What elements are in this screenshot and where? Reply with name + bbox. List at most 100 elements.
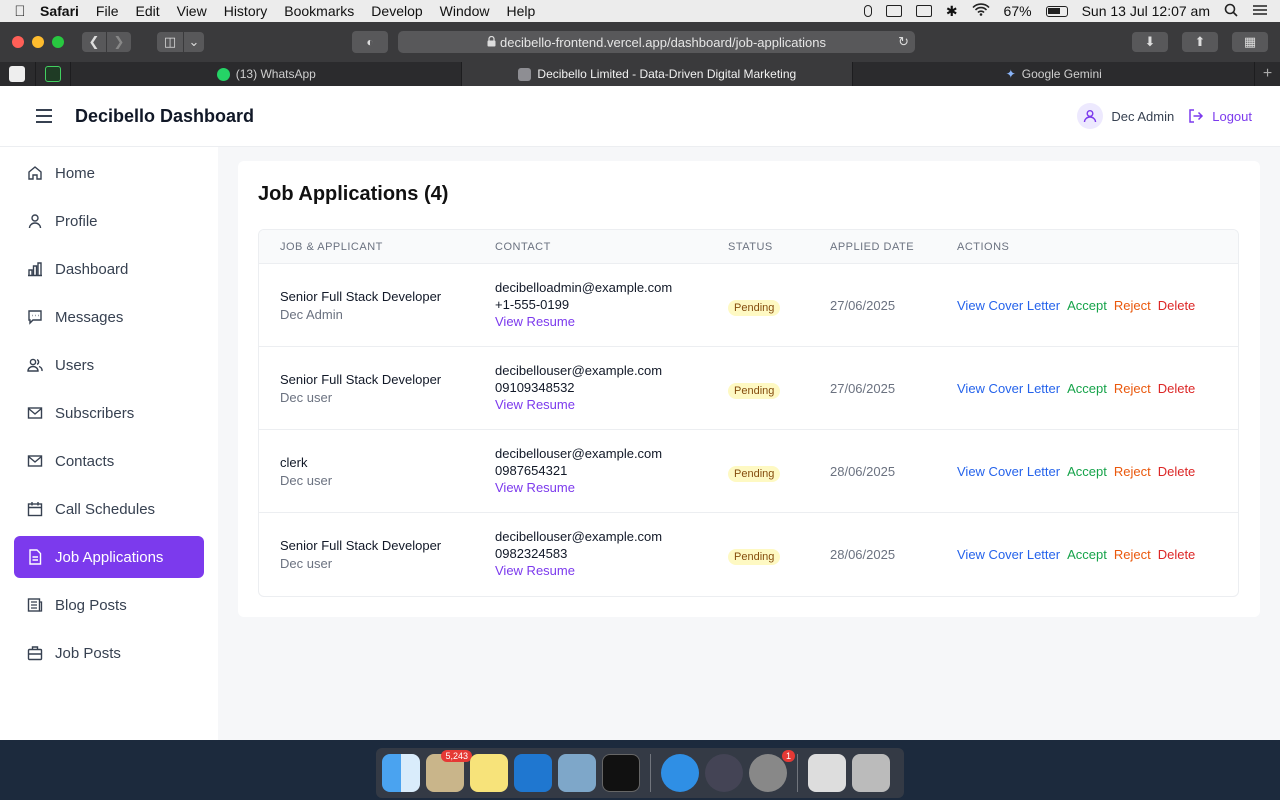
sidebar-item-job-applications[interactable]: Job Applications <box>14 536 204 578</box>
new-tab-button[interactable]: + <box>1255 65 1280 83</box>
accept-button[interactable]: Accept <box>1067 298 1107 313</box>
menu-app[interactable]: Safari <box>40 3 79 19</box>
control-center-icon[interactable] <box>1252 3 1268 19</box>
view-cover-letter-button[interactable]: View Cover Letter <box>957 298 1060 313</box>
keyboard-icon[interactable] <box>885 5 902 17</box>
menu-develop[interactable]: Develop <box>371 3 422 19</box>
delete-button[interactable]: Delete <box>1158 464 1196 479</box>
sidebar-item-profile[interactable]: Profile <box>14 200 204 242</box>
menu-file[interactable]: File <box>96 3 119 19</box>
battery-icon[interactable] <box>1045 5 1068 17</box>
quicktime-icon[interactable] <box>705 754 743 792</box>
menu-help[interactable]: Help <box>506 3 535 19</box>
sidebar-item-job-posts[interactable]: Job Posts <box>14 632 204 674</box>
reload-icon[interactable]: ↻ <box>898 34 909 50</box>
tab-decibello[interactable]: Decibello Limited - Data-Driven Digital … <box>462 62 854 86</box>
sidebar-item-home[interactable]: Home <box>14 152 204 194</box>
minimize-window-button[interactable] <box>32 36 44 48</box>
pinned-tab-1[interactable] <box>0 62 36 86</box>
accept-button[interactable]: Accept <box>1067 381 1107 396</box>
view-resume-link[interactable]: View Resume <box>495 479 662 496</box>
sidebar-item-call-schedules[interactable]: Call Schedules <box>14 488 204 530</box>
delete-button[interactable]: Delete <box>1158 547 1196 562</box>
tab-label: (13) WhatsApp <box>235 67 316 81</box>
view-resume-link[interactable]: View Resume <box>495 396 662 413</box>
view-cover-letter-button[interactable]: View Cover Letter <box>957 381 1060 396</box>
bar-chart-icon <box>28 262 42 277</box>
status-badge: Pending <box>728 466 781 482</box>
accept-button[interactable]: Accept <box>1067 547 1107 562</box>
view-cover-letter-button[interactable]: View Cover Letter <box>957 547 1060 562</box>
clock[interactable]: Sun 13 Jul 12:07 am <box>1082 3 1210 19</box>
hamburger-menu-icon[interactable] <box>36 109 52 123</box>
sidebar-item-users[interactable]: Users <box>14 344 204 386</box>
accept-button[interactable]: Accept <box>1067 464 1107 479</box>
pinned-tab-2[interactable] <box>36 62 72 86</box>
menu-view[interactable]: View <box>177 3 207 19</box>
sidebar-item-label: Messages <box>55 308 124 326</box>
sidebar-toggle-icon[interactable]: ◫ <box>157 32 183 52</box>
finder-icon[interactable] <box>382 754 420 792</box>
tab-whatsapp[interactable]: (13) WhatsApp <box>71 62 463 86</box>
menu-window[interactable]: Window <box>440 3 490 19</box>
safari-icon[interactable] <box>661 754 699 792</box>
display-icon[interactable] <box>915 5 932 17</box>
apple-icon[interactable]:  <box>0 3 40 20</box>
tab-overview-icon[interactable]: ▦ <box>1232 32 1268 52</box>
chevron-down-icon[interactable]: ⌄ <box>184 32 204 52</box>
share-icon[interactable]: ⬆ <box>1182 32 1218 52</box>
reject-button[interactable]: Reject <box>1114 547 1151 562</box>
forward-button[interactable]: ❯ <box>107 32 131 52</box>
avatar[interactable] <box>1077 103 1104 129</box>
applicant-name: Dec user <box>280 556 333 571</box>
notes-icon[interactable] <box>470 754 508 792</box>
gemini-icon: ✦ <box>1005 67 1016 81</box>
sidebar-item-dashboard[interactable]: Dashboard <box>14 248 204 290</box>
mail-app-icon[interactable]: 5,243 <box>426 750 472 792</box>
trash-icon[interactable] <box>852 754 890 792</box>
applicant-phone: 0987654321 <box>495 463 568 478</box>
table-row: clerk Dec user decibellouser@example.com 0… <box>259 430 1238 513</box>
menu-bookmarks[interactable]: Bookmarks <box>284 3 354 19</box>
system-preferences-icon[interactable]: 1 <box>749 750 795 792</box>
mail-icon <box>27 407 43 419</box>
applicant-name: Dec Admin <box>280 307 343 322</box>
menu-edit[interactable]: Edit <box>135 3 159 19</box>
reject-button[interactable]: Reject <box>1114 464 1151 479</box>
wifi-icon[interactable] <box>971 3 990 19</box>
table-row: Senior Full Stack Developer Dec user deci… <box>259 347 1238 430</box>
tab-bar: (13) WhatsApp Decibello Limited - Data-D… <box>0 62 1280 86</box>
terminal-icon[interactable] <box>602 754 640 792</box>
home-icon <box>28 166 42 180</box>
delete-button[interactable]: Delete <box>1158 381 1196 396</box>
paperclip-icon[interactable] <box>863 5 872 17</box>
delete-button[interactable]: Delete <box>1158 298 1196 313</box>
logout-button[interactable]: Logout <box>1188 109 1252 124</box>
sidebar-item-messages[interactable]: Messages <box>14 296 204 338</box>
sidebar-item-subscribers[interactable]: Subscribers <box>14 392 204 434</box>
privacy-shield-icon[interactable]: ◐ <box>352 31 388 53</box>
table-header: JOB & APPLICANT CONTACT STATUS APPLIED D… <box>259 230 1238 264</box>
reject-button[interactable]: Reject <box>1114 298 1151 313</box>
preview-icon[interactable] <box>558 754 596 792</box>
spotlight-search-icon[interactable] <box>1224 3 1238 20</box>
whatsapp-icon <box>216 67 230 81</box>
web-content: Decibello Dashboard Dec Admin Logout Hom… <box>0 86 1280 740</box>
bluetooth-icon[interactable]: ✱ <box>946 3 958 20</box>
vscode-icon[interactable] <box>514 754 552 792</box>
url-bar[interactable]: decibello-frontend.vercel.app/dashboard/… <box>398 31 915 53</box>
tab-gemini[interactable]: ✦ Google Gemini <box>853 62 1256 86</box>
download-icon[interactable]: ⬇ <box>1132 32 1168 52</box>
maximize-window-button[interactable] <box>52 36 64 48</box>
view-resume-link[interactable]: View Resume <box>495 313 672 330</box>
applied-date: 27/06/2025 <box>830 298 896 313</box>
back-button[interactable]: ❮ <box>82 32 106 52</box>
documents-stack-icon[interactable] <box>808 754 846 792</box>
view-cover-letter-button[interactable]: View Cover Letter <box>957 464 1060 479</box>
close-window-button[interactable] <box>12 36 24 48</box>
reject-button[interactable]: Reject <box>1114 381 1151 396</box>
sidebar-item-blog-posts[interactable]: Blog Posts <box>14 584 204 626</box>
menu-history[interactable]: History <box>224 3 268 19</box>
sidebar-item-contacts[interactable]: Contacts <box>14 440 204 482</box>
view-resume-link[interactable]: View Resume <box>495 562 662 579</box>
